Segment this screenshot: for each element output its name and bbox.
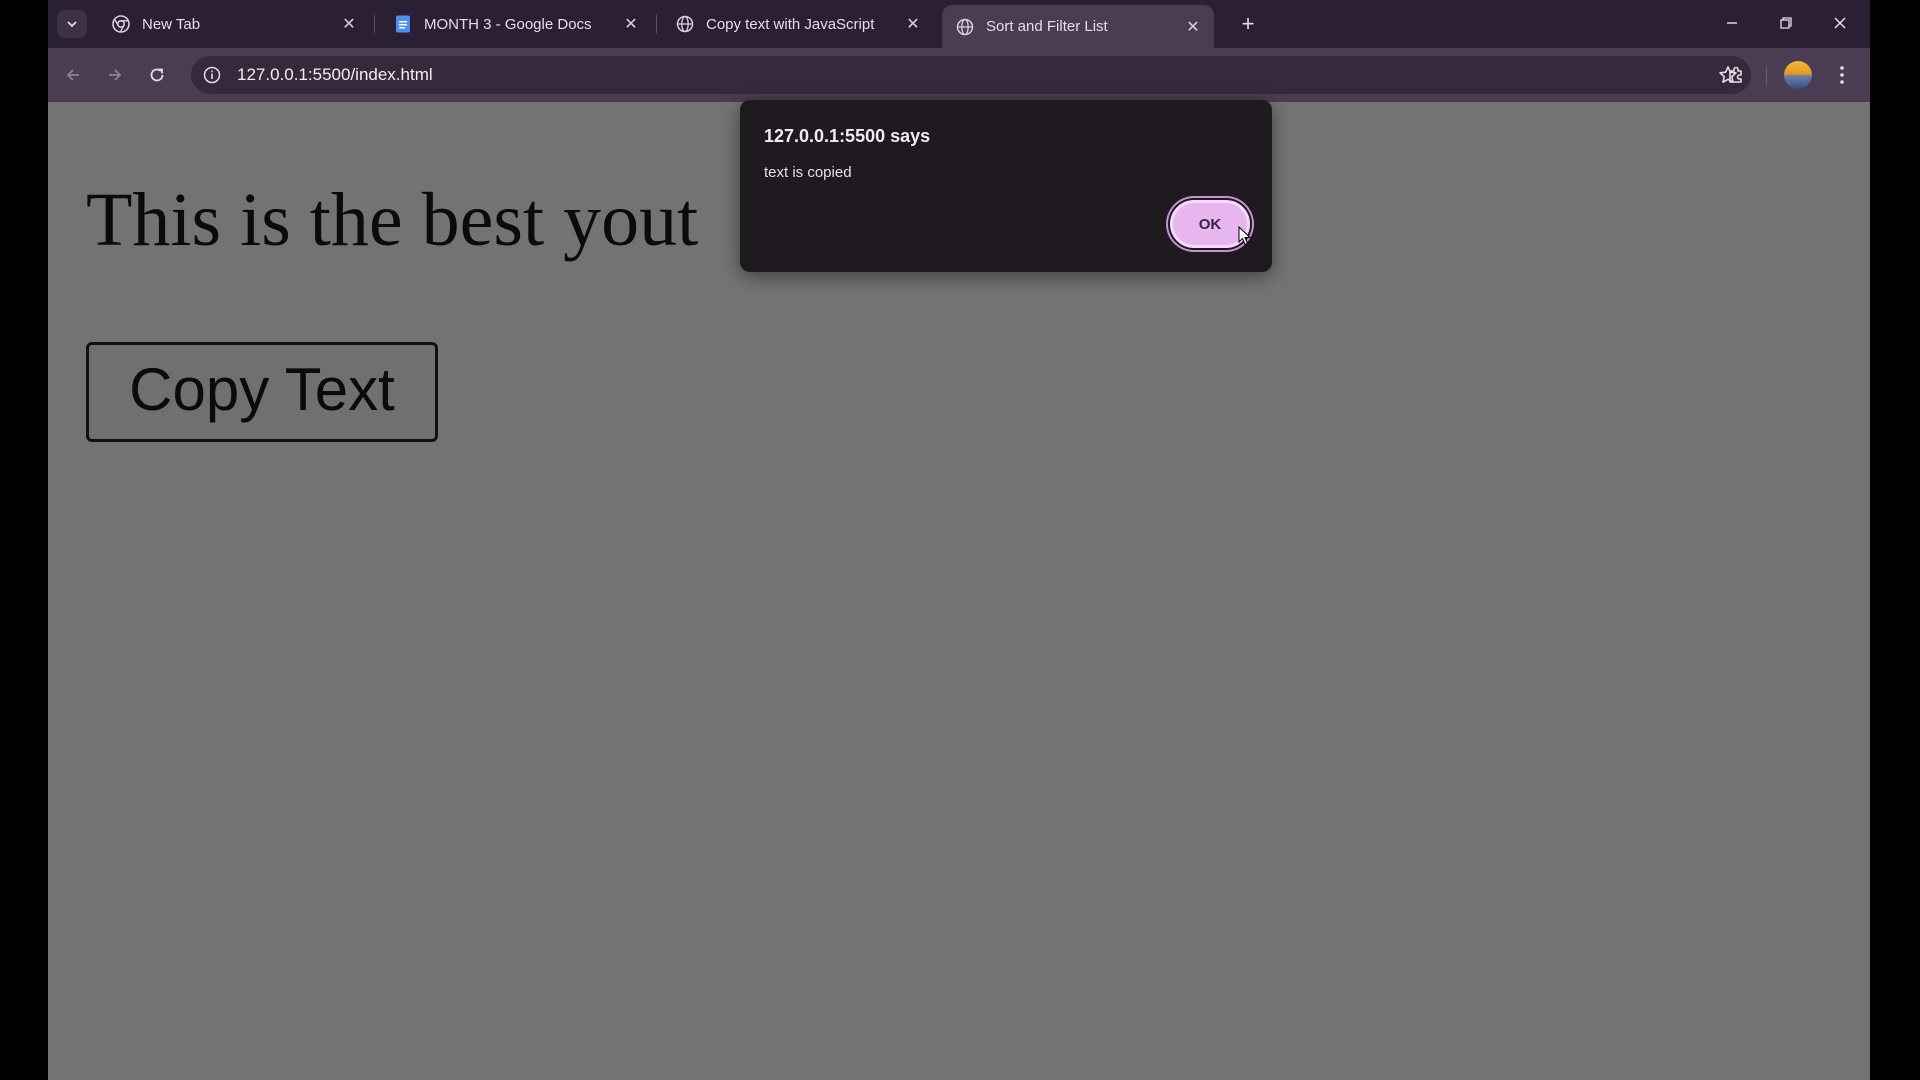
toolbar-divider	[1766, 66, 1767, 86]
tab-title: Sort and Filter List	[986, 18, 1108, 35]
tab-copy-text[interactable]: Copy text with JavaScript ✕	[662, 7, 934, 41]
back-button[interactable]	[58, 60, 88, 90]
arrow-right-icon	[109, 69, 122, 81]
close-icon[interactable]: ✕	[340, 15, 358, 33]
tab-search-button[interactable]	[57, 10, 87, 38]
browser-toolbar: 127.0.0.1:5500/index.html	[48, 48, 1870, 102]
tab-google-docs[interactable]: MONTH 3 - Google Docs ✕	[380, 7, 652, 41]
reload-button[interactable]	[142, 60, 172, 90]
dialog-message: text is copied	[764, 164, 852, 181]
close-icon[interactable]: ✕	[622, 15, 640, 33]
chevron-down-icon	[67, 21, 77, 28]
tab-new-tab[interactable]: New Tab ✕	[98, 7, 370, 41]
close-icon[interactable]: ✕	[904, 15, 922, 33]
tab-sort-and-filter[interactable]: Sort and Filter List ✕	[942, 5, 1214, 48]
copy-text-button[interactable]: Copy Text	[86, 342, 438, 442]
restore-button[interactable]	[1766, 8, 1806, 38]
globe-icon	[956, 18, 974, 36]
site-info-icon[interactable]	[201, 64, 223, 86]
tab-strip: New Tab ✕ MONTH 3 - Google Docs ✕ Copy t…	[48, 0, 1870, 48]
puzzle-icon	[1729, 66, 1742, 83]
page-heading: This is the best yout	[86, 178, 699, 262]
tab-separator	[656, 15, 657, 33]
tab-separator	[374, 15, 375, 33]
chrome-icon	[112, 15, 130, 33]
alert-dialog: 127.0.0.1:5500 says text is copied OK	[740, 100, 1272, 272]
tab-title: New Tab	[142, 15, 201, 33]
google-docs-icon	[394, 15, 412, 33]
mouse-cursor-icon	[1238, 226, 1252, 246]
close-window-button[interactable]	[1820, 8, 1860, 38]
forward-button[interactable]	[100, 60, 130, 90]
tab-title: MONTH 3 - Google Docs	[424, 15, 592, 33]
close-window-icon	[1834, 17, 1846, 29]
plus-icon: +	[1241, 11, 1255, 36]
globe-icon	[676, 15, 694, 33]
reload-icon	[150, 68, 164, 82]
new-tab-button[interactable]: +	[1234, 10, 1262, 38]
dialog-title: 127.0.0.1:5500 says	[764, 126, 931, 146]
more-vertical-icon	[1840, 66, 1844, 84]
restore-icon	[1780, 17, 1792, 29]
tab-title: Copy text with JavaScript	[706, 15, 875, 33]
menu-button[interactable]	[1828, 61, 1856, 89]
close-icon[interactable]: ✕	[1184, 18, 1202, 36]
minimize-button[interactable]	[1712, 8, 1752, 38]
arrow-left-icon	[66, 69, 79, 81]
extensions-button[interactable]	[1722, 61, 1750, 89]
minimize-icon	[1727, 22, 1737, 24]
browser-window: New Tab ✕ MONTH 3 - Google Docs ✕ Copy t…	[48, 0, 1870, 1080]
address-bar[interactable]: 127.0.0.1:5500/index.html	[191, 56, 1751, 94]
address-url[interactable]: 127.0.0.1:5500/index.html	[237, 65, 433, 85]
screen: New Tab ✕ MONTH 3 - Google Docs ✕ Copy t…	[0, 0, 1920, 1080]
profile-avatar[interactable]	[1784, 61, 1812, 89]
